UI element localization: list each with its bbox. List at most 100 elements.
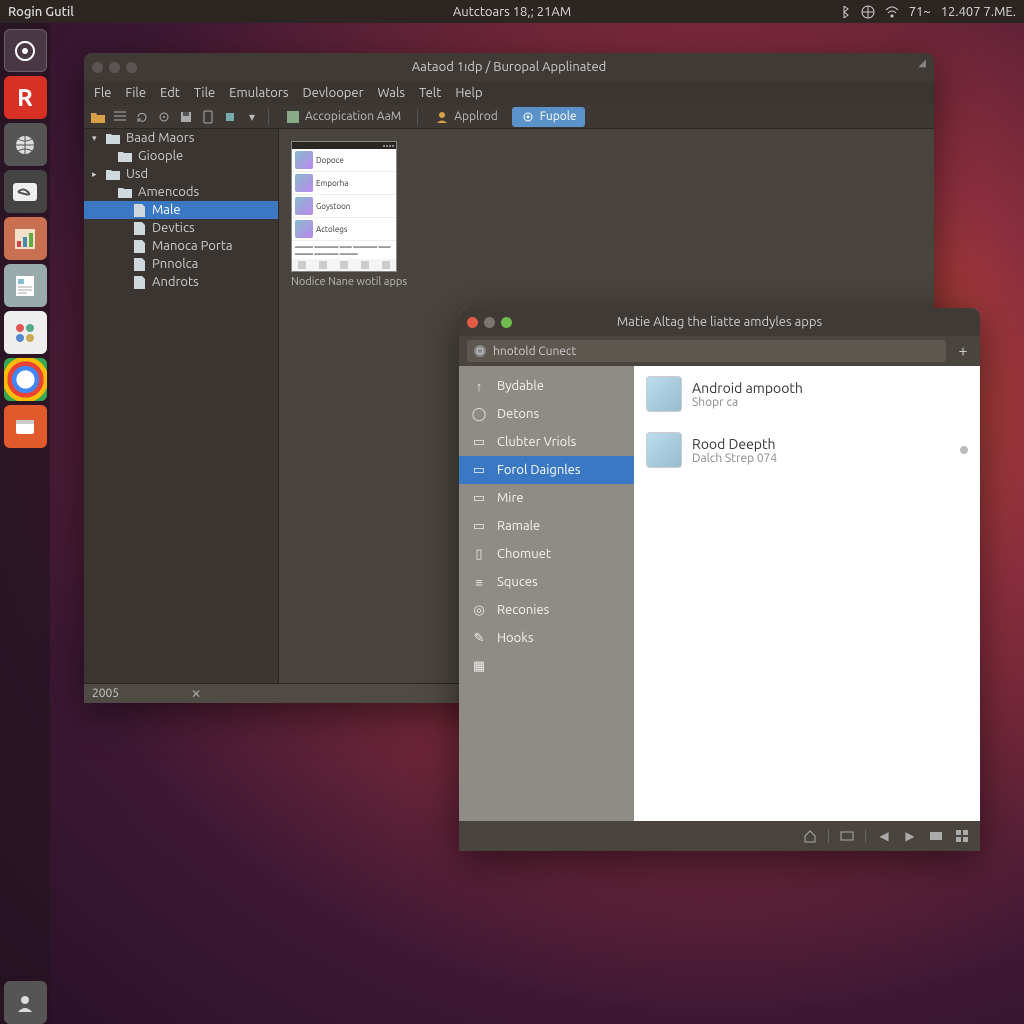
cat-icon: ▯ <box>471 546 487 562</box>
maximize-button[interactable] <box>501 317 512 328</box>
rect-icon[interactable] <box>839 829 855 843</box>
window-icon[interactable] <box>928 829 944 843</box>
menu-item[interactable]: Tile <box>194 86 215 100</box>
cat-icon: ✎ <box>471 630 487 646</box>
launcher-term[interactable] <box>4 405 47 448</box>
launcher-files[interactable] <box>4 170 47 213</box>
tool-icon[interactable] <box>222 109 238 125</box>
folder-icon[interactable] <box>90 109 106 125</box>
menu-item[interactable]: Fle <box>94 86 111 100</box>
ide-titlebar[interactable]: Aataod 1ıdp / Buropal Applinated ◢ <box>84 53 934 81</box>
menubar: Fle File Edt Tile Emulators Devlooper Wa… <box>84 81 934 105</box>
file-icon <box>132 240 146 252</box>
app-item[interactable]: Rood DeepthDalch Strep 074 <box>634 422 980 478</box>
app-item[interactable]: Android ampoothShopr ca <box>634 366 980 422</box>
panel-clock[interactable]: Autctoars 18,; 21AM <box>453 5 571 19</box>
launcher-office[interactable] <box>4 217 47 260</box>
minimize-button[interactable] <box>109 62 120 73</box>
fwd-icon[interactable]: ▶ <box>902 829 918 843</box>
device-icon[interactable] <box>200 109 216 125</box>
cat-icon: ▭ <box>471 462 487 478</box>
sw-titlebar[interactable]: Matie Altag the liatte amdyles apps <box>459 308 980 336</box>
bluetooth-icon[interactable] <box>837 5 851 19</box>
menu-item[interactable]: Wals <box>378 86 406 100</box>
category-item[interactable]: ◯Detons <box>459 400 634 428</box>
device-preview[interactable]: DopoceEmporhaGoystoonActolegs ▬▬▬ ▬▬▬▬ ▬… <box>291 141 397 272</box>
ide-title: Aataod 1ıdp / Buropal Applinated <box>412 60 607 74</box>
tree-row[interactable]: Androts <box>84 273 278 291</box>
status-text: 2005 <box>92 687 119 700</box>
maximize-button[interactable] <box>126 62 137 73</box>
tree-row[interactable]: Male <box>84 201 278 219</box>
save-icon[interactable] <box>178 109 194 125</box>
launcher-trash[interactable] <box>4 981 47 1024</box>
gear-icon <box>520 109 536 125</box>
tree-row[interactable]: ▾Baad Maors <box>84 129 278 147</box>
tree-row[interactable]: Amencods <box>84 183 278 201</box>
cat-icon: ≡ <box>471 574 487 590</box>
wifi-icon[interactable] <box>885 5 899 19</box>
category-item[interactable]: ≡Squces <box>459 568 634 596</box>
toolbar: ▾ Accopication AaM Applrod Fupole <box>84 105 934 129</box>
panel-text2: 12.407 7.ME. <box>941 5 1016 19</box>
tree-row[interactable]: ▸Usd <box>84 165 278 183</box>
software-window: Matie Altag the liatte amdyles apps hnot… <box>459 308 980 851</box>
grid-icon[interactable] <box>954 829 970 843</box>
menu-item[interactable]: Telt <box>419 86 441 100</box>
launcher-r-app[interactable]: R <box>4 76 47 119</box>
close-button[interactable] <box>467 317 478 328</box>
menu-item[interactable]: Devlooper <box>302 86 363 100</box>
list-icon[interactable] <box>112 109 128 125</box>
cat-icon: ◎ <box>471 602 487 618</box>
category-item[interactable]: ✎Hooks <box>459 624 634 652</box>
menu-item[interactable]: File <box>125 86 146 100</box>
tb-applrod[interactable]: Applrod <box>426 107 506 127</box>
launcher-chrome[interactable] <box>4 358 47 401</box>
category-item[interactable]: ◎Reconies <box>459 596 634 624</box>
folder-icon <box>106 132 120 144</box>
category-item[interactable]: ↑Bydable <box>459 372 634 400</box>
tb-application[interactable]: Accopication AaM <box>277 107 409 127</box>
home-icon[interactable] <box>802 829 818 843</box>
category-item[interactable]: ▭Forol Daignles <box>459 456 634 484</box>
category-item[interactable]: ▭Clubter Vriols <box>459 428 634 456</box>
close-button[interactable] <box>92 62 103 73</box>
menu-item[interactable]: Edt <box>160 86 180 100</box>
launcher-dock: R <box>0 23 50 1024</box>
panel-session[interactable]: Rogin Gutil <box>0 5 74 19</box>
refresh-icon[interactable] <box>134 109 150 125</box>
more-icon[interactable]: ▾ <box>244 109 260 125</box>
project-tree: ▾Baad MaorsGioople▸UsdAmencodsMaleDevtic… <box>84 129 279 683</box>
back-icon[interactable]: ◀ <box>876 829 892 843</box>
launcher-doc[interactable] <box>4 264 47 307</box>
tree-row[interactable]: Gioople <box>84 147 278 165</box>
network-icon[interactable] <box>861 5 875 19</box>
minimize-button[interactable] <box>484 317 495 328</box>
tree-row[interactable]: Pnnolca <box>84 255 278 273</box>
launcher-globe[interactable] <box>4 123 47 166</box>
cat-icon: ▭ <box>471 434 487 450</box>
cat-icon: ▭ <box>471 490 487 506</box>
folder-icon <box>118 150 132 162</box>
menu-item[interactable]: Emulators <box>229 86 288 100</box>
ubuntu-icon <box>473 344 487 358</box>
launcher-admin[interactable] <box>4 311 47 354</box>
launcher-dash[interactable] <box>4 29 47 72</box>
tree-row[interactable]: Devtics <box>84 219 278 237</box>
tree-row[interactable]: Manoca Porta <box>84 237 278 255</box>
cat-icon: ↑ <box>471 378 487 394</box>
target-icon[interactable] <box>156 109 172 125</box>
search-input[interactable]: hnotold Cunect <box>467 340 946 362</box>
category-item[interactable]: ▭Ramale <box>459 512 634 540</box>
tb-fupole[interactable]: Fupole <box>512 107 585 127</box>
folder-icon <box>106 168 120 180</box>
menu-item[interactable]: Help <box>455 86 482 100</box>
add-button[interactable]: + <box>954 342 972 360</box>
category-item[interactable]: ▯Chomuet <box>459 540 634 568</box>
status-close-icon[interactable]: ✕ <box>191 687 201 701</box>
sw-title: Matie Altag the liatte amdyles apps <box>617 315 822 329</box>
category-item[interactable]: ▭Mire <box>459 484 634 512</box>
file-icon <box>132 222 146 234</box>
category-item[interactable]: ▦ <box>459 652 634 680</box>
sw-statusbar: ◀ ▶ <box>459 821 980 851</box>
